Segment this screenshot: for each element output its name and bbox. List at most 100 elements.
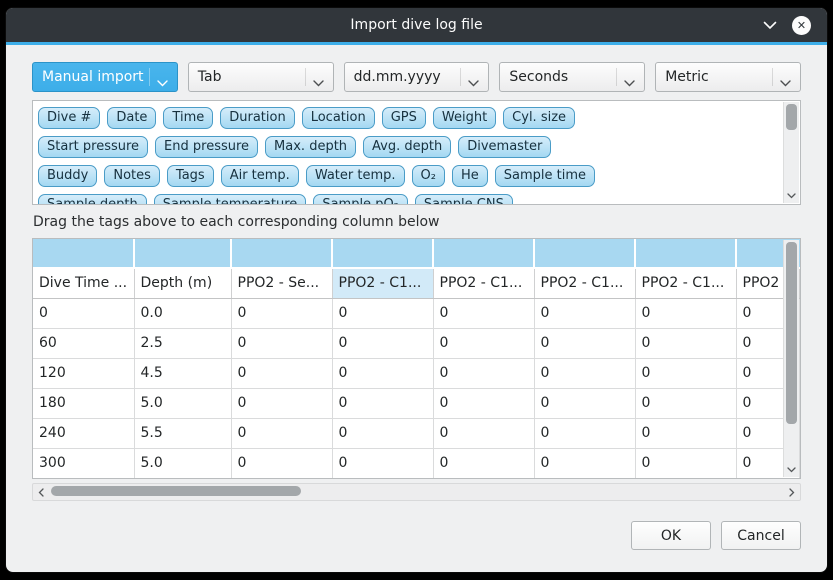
- chevron-down-icon[interactable]: [763, 21, 777, 30]
- close-icon[interactable]: ✕: [792, 16, 811, 35]
- table-cell: 5.5: [134, 418, 231, 448]
- scroll-left-icon[interactable]: [33, 484, 49, 500]
- field-tag[interactable]: Water temp.: [306, 165, 405, 187]
- field-tag[interactable]: Sample time: [495, 165, 595, 187]
- column-header[interactable]: PPO2 - C1...: [332, 268, 433, 298]
- drop-target-cell[interactable]: [134, 239, 231, 268]
- field-tag[interactable]: Duration: [220, 107, 294, 129]
- scrollbar-thumb[interactable]: [786, 242, 797, 424]
- field-tag[interactable]: Location: [302, 107, 375, 129]
- table-cell: 5.0: [134, 448, 231, 478]
- table-cell: 0: [534, 448, 635, 478]
- field-separator-select[interactable]: Tab: [188, 62, 334, 92]
- ok-button[interactable]: OK: [631, 521, 711, 550]
- table-cell: 0: [231, 328, 332, 358]
- field-tag[interactable]: Buddy: [38, 165, 97, 187]
- tag-row: Buddy Notes Tags Air temp. Water temp. O₂ He Sa…: [38, 165, 778, 187]
- table-row: 3005.0000000: [33, 448, 800, 478]
- field-tag[interactable]: Notes: [104, 165, 160, 187]
- scroll-down-icon[interactable]: [784, 464, 799, 475]
- tag-row: Dive # Date Time Duration Location GPS Weight C…: [38, 107, 778, 129]
- table-row: 602.5000000: [33, 328, 800, 358]
- field-tag[interactable]: He: [452, 165, 488, 187]
- drag-instruction-label: Drag the tags above to each correspondin…: [33, 214, 801, 230]
- time-format-select[interactable]: Seconds: [499, 62, 645, 92]
- table-vertical-scrollbar[interactable]: [783, 240, 799, 477]
- field-tag[interactable]: Start pressure: [38, 136, 148, 158]
- field-tag[interactable]: Max. depth: [265, 136, 356, 158]
- field-tag[interactable]: GPS: [382, 107, 426, 129]
- drop-target-cell[interactable]: [33, 239, 134, 268]
- date-format-select[interactable]: dd.mm.yyyy: [344, 62, 490, 92]
- field-tag[interactable]: Sample temperature: [154, 194, 307, 205]
- column-header[interactable]: Depth (m): [134, 268, 231, 298]
- combo-separator: [305, 68, 306, 86]
- table-cell: 0: [433, 358, 534, 388]
- table-cell: 0: [635, 358, 736, 388]
- table-cell: 0: [332, 448, 433, 478]
- titlebar[interactable]: Import dive log file ✕: [6, 8, 827, 42]
- table-cell: 0.0: [134, 298, 231, 328]
- field-tag[interactable]: Sample pO₂: [313, 194, 408, 205]
- column-header[interactable]: PPO2 - C1...: [534, 268, 635, 298]
- table-row: 00.0000000: [33, 298, 800, 328]
- drop-target-cell[interactable]: [433, 239, 534, 268]
- field-separator-value: Tab: [198, 69, 222, 85]
- table-cell: 5.0: [134, 388, 231, 418]
- import-mode-select[interactable]: Manual import: [32, 62, 178, 92]
- field-tag[interactable]: Sample CNS: [415, 194, 513, 205]
- table-cell: 0: [534, 388, 635, 418]
- field-tag[interactable]: Avg. depth: [363, 136, 451, 158]
- table-cell: 120: [33, 358, 134, 388]
- field-tag[interactable]: Divemaster: [458, 136, 551, 158]
- table-cell: 0: [534, 328, 635, 358]
- column-header[interactable]: PPO2 - Se...: [231, 268, 332, 298]
- column-header[interactable]: PPO2 - C1...: [635, 268, 736, 298]
- column-header[interactable]: PPO2 - C1...: [433, 268, 534, 298]
- table-cell: 0: [231, 358, 332, 388]
- table-body: 00.0000000602.50000001204.50000001805.00…: [33, 298, 800, 478]
- scrollbar-thumb[interactable]: [51, 486, 301, 496]
- field-tag[interactable]: Date: [107, 107, 156, 129]
- units-select[interactable]: Metric: [655, 62, 801, 92]
- field-tag[interactable]: End pressure: [155, 136, 258, 158]
- table-cell: 2.5: [134, 328, 231, 358]
- table-cell: 240: [33, 418, 134, 448]
- table-cell: 0: [534, 418, 635, 448]
- cancel-button[interactable]: Cancel: [721, 521, 801, 550]
- drop-target-cell[interactable]: [534, 239, 635, 268]
- scroll-down-icon[interactable]: [784, 190, 799, 201]
- table-cell: 0: [332, 328, 433, 358]
- field-tag[interactable]: Air temp.: [221, 165, 299, 187]
- field-tag[interactable]: Time: [163, 107, 213, 129]
- table-cell: 0: [332, 388, 433, 418]
- time-format-value: Seconds: [509, 69, 568, 85]
- table-cell: 0: [635, 328, 736, 358]
- table-cell: 0: [433, 388, 534, 418]
- field-tag[interactable]: Weight: [433, 107, 496, 129]
- field-tag[interactable]: O₂: [412, 165, 445, 187]
- drop-target-cell[interactable]: [231, 239, 332, 268]
- scrollbar-thumb[interactable]: [786, 104, 797, 130]
- table-cell: 300: [33, 448, 134, 478]
- field-tag[interactable]: Dive #: [38, 107, 100, 129]
- drop-target-cell[interactable]: [635, 239, 736, 268]
- field-tag[interactable]: Cyl. size: [503, 107, 575, 129]
- dialog-buttons: OK Cancel: [32, 521, 801, 550]
- table-cell: 0: [231, 388, 332, 418]
- scroll-right-icon[interactable]: [784, 484, 800, 500]
- tagbox-scrollbar[interactable]: [783, 102, 799, 203]
- combo-separator: [772, 68, 773, 86]
- drop-target-cell[interactable]: [332, 239, 433, 268]
- table-cell: 0: [433, 298, 534, 328]
- tag-list: Dive # Date Time Duration Location GPS Weight C…: [38, 107, 778, 205]
- table-horizontal-scrollbar[interactable]: [32, 483, 801, 501]
- import-preview-table: Dive Time ...Depth (m)PPO2 - Se...PPO2 -…: [32, 238, 801, 479]
- import-mode-value: Manual import: [42, 69, 144, 85]
- table-cell: 0: [332, 418, 433, 448]
- field-tag[interactable]: Tags: [167, 165, 214, 187]
- import-options-row: Manual import Tab dd.mm.yyyy: [32, 62, 801, 92]
- table-cell: 0: [332, 298, 433, 328]
- column-header[interactable]: Dive Time ...: [33, 268, 134, 298]
- field-tag[interactable]: Sample depth: [38, 194, 147, 205]
